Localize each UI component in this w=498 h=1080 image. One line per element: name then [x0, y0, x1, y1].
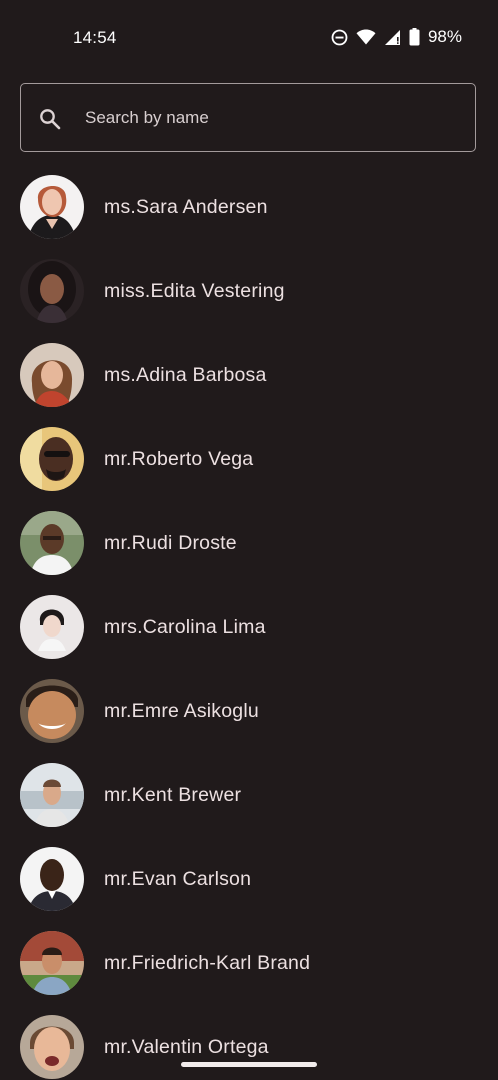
search-field[interactable]	[20, 83, 476, 152]
search-icon	[38, 107, 62, 131]
battery-icon	[409, 28, 420, 46]
avatar	[20, 763, 84, 827]
home-indicator[interactable]	[181, 1062, 317, 1067]
status-bar: 14:54 98%	[0, 0, 498, 76]
list-item[interactable]: ms.Adina Barbosa	[0, 333, 498, 417]
list-item[interactable]: mr.Kent Brewer	[0, 753, 498, 837]
contact-name: mr.Evan Carlson	[104, 868, 252, 890]
list-item[interactable]: mrs.Carolina Lima	[0, 585, 498, 669]
contact-name: mr.Kent Brewer	[104, 784, 242, 806]
list-item[interactable]: miss.Edita Vestering	[0, 249, 498, 333]
avatar	[20, 511, 84, 575]
signal-icon	[384, 29, 401, 46]
list-item[interactable]: ms.Sara Andersen	[0, 165, 498, 249]
contact-name: miss.Edita Vestering	[104, 280, 285, 302]
list-item[interactable]: mr.Rudi Droste	[0, 501, 498, 585]
avatar	[20, 679, 84, 743]
list-item[interactable]: mr.Valentin Ortega	[0, 1005, 498, 1080]
do-not-disturb-icon	[331, 29, 348, 46]
contact-name: mrs.Carolina Lima	[104, 616, 266, 638]
contact-name: mr.Roberto Vega	[104, 448, 254, 470]
wifi-icon	[356, 29, 376, 45]
avatar	[20, 343, 84, 407]
contact-name: mr.Friedrich-Karl Brand	[104, 952, 311, 974]
status-time: 14:54	[73, 28, 117, 47]
avatar	[20, 595, 84, 659]
contact-name: mr.Rudi Droste	[104, 532, 237, 554]
contact-list[interactable]: ms.Sara Andersen miss.Edita Vestering ms…	[0, 165, 498, 1080]
status-icons: 98%	[331, 27, 462, 47]
avatar	[20, 427, 84, 491]
search-input[interactable]	[85, 84, 465, 151]
list-item[interactable]: mr.Friedrich-Karl Brand	[0, 921, 498, 1005]
contact-name: ms.Sara Andersen	[104, 196, 268, 218]
avatar	[20, 175, 84, 239]
contact-name: ms.Adina Barbosa	[104, 364, 267, 386]
contact-name: mr.Valentin Ortega	[104, 1036, 269, 1058]
battery-percent: 98%	[427, 27, 462, 46]
avatar	[20, 931, 84, 995]
list-item[interactable]: mr.Emre Asikoglu	[0, 669, 498, 753]
avatar	[20, 1015, 84, 1079]
list-item[interactable]: mr.Roberto Vega	[0, 417, 498, 501]
list-item[interactable]: mr.Evan Carlson	[0, 837, 498, 921]
contact-name: mr.Emre Asikoglu	[104, 700, 259, 722]
avatar	[20, 847, 84, 911]
avatar	[20, 259, 84, 323]
